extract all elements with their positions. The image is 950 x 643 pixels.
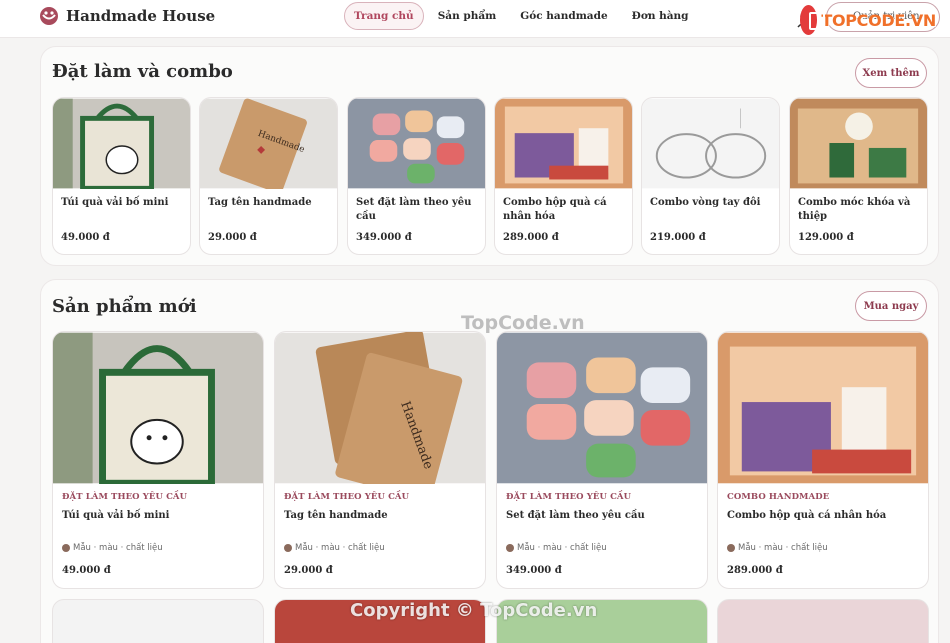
product-category: ĐẶT LÀM THEO YÊU CẦU xyxy=(284,492,410,502)
combo-card[interactable]: Combo móc khóa và thiệp 129.000 đ xyxy=(789,97,928,255)
brand[interactable]: Handmade House xyxy=(38,6,215,26)
product-category: ĐẶT LÀM THEO YÊU CẦU xyxy=(506,492,632,502)
product-name: Set đặt làm theo yêu cầu xyxy=(506,510,645,521)
nav-home[interactable]: Trang chủ xyxy=(344,2,424,30)
nav-handmade-corner[interactable]: Góc handmade xyxy=(510,2,617,30)
palette-icon xyxy=(506,544,514,552)
top-header: Handmade House Trang chủ Sản phẩm Góc ha… xyxy=(0,0,950,38)
product-image xyxy=(642,98,779,189)
topcode-watermark-logo: TOPCODE.VN xyxy=(800,2,936,38)
product-meta-text: Mẫu · màu · chất liệu xyxy=(738,543,828,553)
product-meta-text: Mẫu · màu · chất liệu xyxy=(517,543,607,553)
product-name: Combo vòng tay đôi xyxy=(650,197,761,208)
product-price: 349.000 đ xyxy=(356,232,412,243)
product-name: Túi quà vải bố mini xyxy=(62,510,170,521)
product-price: 49.000 đ xyxy=(61,232,110,243)
new-product-card[interactable]: ĐẶT LÀM THEO YÊU CẦU Set đặt làm theo yê… xyxy=(496,331,708,589)
palette-icon xyxy=(727,544,735,552)
topcode-logo-text: TOPCODE.VN xyxy=(821,10,936,30)
product-image: Handmade xyxy=(200,98,337,189)
product-name: Set đặt làm theo yêu cầu xyxy=(356,197,472,222)
new-product-card[interactable]: Handmade ĐẶT LÀM THEO YÊU CẦU Tag tên ha… xyxy=(274,331,486,589)
product-meta: Mẫu · màu · chất liệu xyxy=(506,543,607,553)
product-image: Handmade xyxy=(275,332,485,484)
product-meta: Mẫu · màu · chất liệu xyxy=(284,543,385,553)
product-name: Túi quà vải bố mini xyxy=(61,197,169,208)
product-category: ĐẶT LÀM THEO YÊU CẦU xyxy=(62,492,188,502)
product-image xyxy=(497,332,707,484)
combo-section: Đặt làm và combo Xem thêm Túi quà vải bố… xyxy=(40,46,939,266)
bottom-watermark: Copyright © TopCode.vn xyxy=(350,600,598,621)
product-price: 29.000 đ xyxy=(208,232,257,243)
product-price: 289.000 đ xyxy=(503,232,559,243)
buy-now-button[interactable]: Mua ngay xyxy=(855,291,927,321)
product-image xyxy=(790,98,927,189)
combo-card[interactable]: Combo hộp quà cá nhân hóa 289.000 đ xyxy=(494,97,633,255)
product-price: 29.000 đ xyxy=(284,565,333,576)
combo-card[interactable]: Combo vòng tay đôi 219.000 đ xyxy=(641,97,780,255)
combo-card[interactable]: Set đặt làm theo yêu cầu 349.000 đ xyxy=(347,97,486,255)
combo-card[interactable]: Túi quà vải bố mini 49.000 đ xyxy=(52,97,191,255)
product-price: 289.000 đ xyxy=(727,565,783,576)
product-price: 349.000 đ xyxy=(506,565,562,576)
combo-card[interactable]: Handmade Tag tên handmade 29.000 đ xyxy=(199,97,338,255)
see-more-button[interactable]: Xem thêm xyxy=(855,58,927,88)
product-image xyxy=(718,332,928,484)
combo-section-title: Đặt làm và combo xyxy=(52,61,233,82)
palette-icon xyxy=(284,544,292,552)
brand-logo-icon xyxy=(40,7,58,25)
product-image xyxy=(53,332,263,484)
nav-products[interactable]: Sản phẩm xyxy=(428,2,507,30)
product-price: 219.000 đ xyxy=(650,232,706,243)
product-image xyxy=(53,98,190,189)
product-price: 49.000 đ xyxy=(62,565,111,576)
new-product-card[interactable] xyxy=(717,599,929,643)
new-section-title: Sản phẩm mới xyxy=(52,296,197,317)
product-price: 129.000 đ xyxy=(798,232,854,243)
product-category: COMBO HANDMADE xyxy=(727,492,830,502)
product-name: Combo hộp quà cá nhân hóa xyxy=(727,510,887,521)
product-name: Tag tên handmade xyxy=(208,197,312,208)
product-image xyxy=(495,98,632,189)
product-meta-text: Mẫu · màu · chất liệu xyxy=(295,543,385,553)
new-product-card[interactable] xyxy=(52,599,264,643)
product-image xyxy=(348,98,485,189)
product-meta: Mẫu · màu · chất liệu xyxy=(62,543,163,553)
product-name: Tag tên handmade xyxy=(284,510,388,521)
center-watermark: TopCode.vn xyxy=(461,312,585,334)
brand-name: Handmade House xyxy=(66,7,216,25)
new-product-card[interactable]: COMBO HANDMADE Combo hộp quà cá nhân hóa… xyxy=(717,331,929,589)
product-name: Combo móc khóa và thiệp xyxy=(798,197,911,222)
palette-icon xyxy=(62,544,70,552)
new-product-card[interactable]: ĐẶT LÀM THEO YÊU CẦU Túi quà vải bố mini… xyxy=(52,331,264,589)
nav-orders[interactable]: Đơn hàng xyxy=(622,2,699,30)
product-meta-text: Mẫu · màu · chất liệu xyxy=(73,543,163,553)
main-nav: Trang chủ Sản phẩm Góc handmade Đơn hàng xyxy=(344,2,703,30)
product-meta: Mẫu · màu · chất liệu xyxy=(727,543,828,553)
product-name: Combo hộp quà cá nhân hóa xyxy=(503,197,607,222)
topcode-badge-icon xyxy=(800,5,826,35)
